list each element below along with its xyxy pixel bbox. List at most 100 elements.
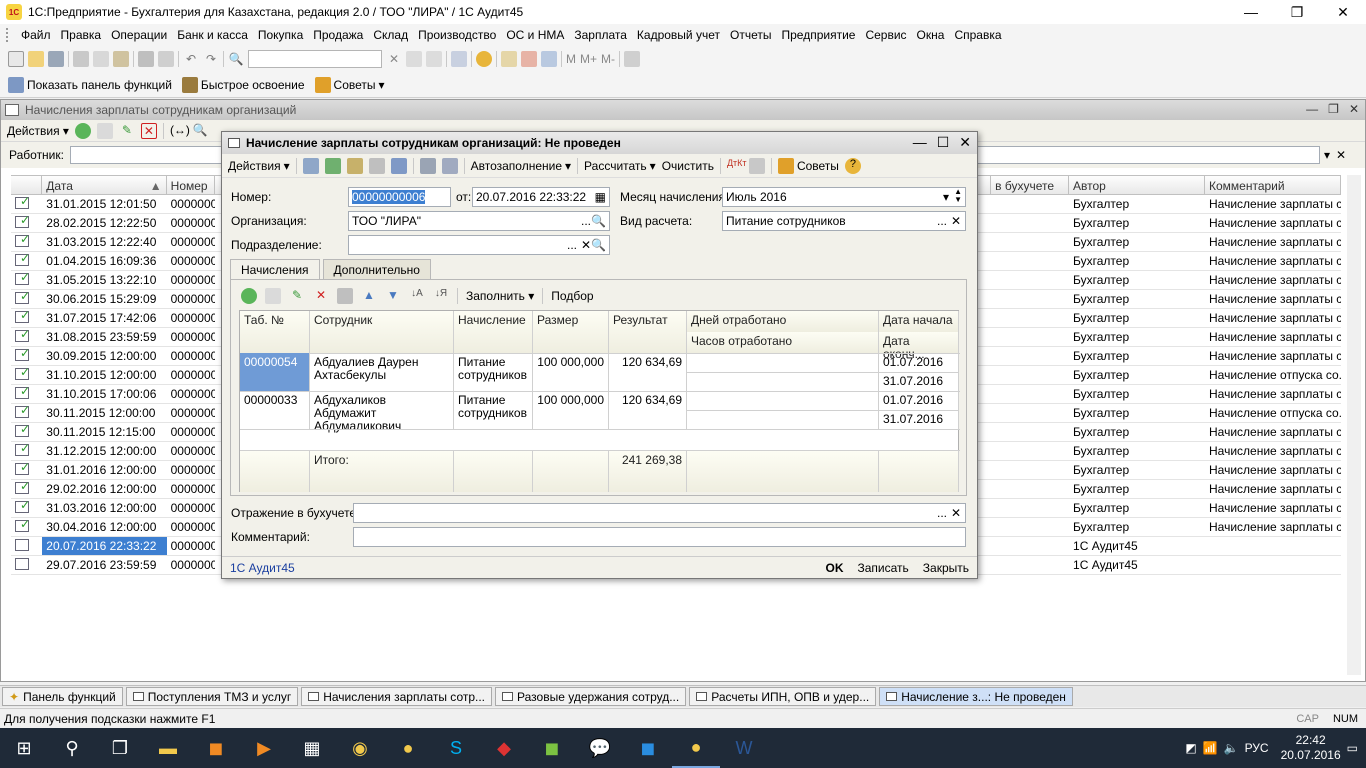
row-number[interactable]: 0000000 [167,537,216,555]
row-author[interactable]: 1С Аудит45 [1069,537,1205,555]
row-date[interactable]: 30.04.2016 12:00:00 [42,518,166,536]
organization-field[interactable]: ТОО "ЛИРА"... 🔍 [348,211,610,231]
row-author[interactable]: Бухгалтер [1069,195,1205,213]
select-ellipsis-icon[interactable]: ... [937,214,947,228]
row-author[interactable]: Бухгалтер [1069,385,1205,403]
row-comment[interactable]: Начисление зарплаты с... [1205,423,1341,441]
menu-hr[interactable]: Кадровый учет [632,28,725,42]
menu-production[interactable]: Производство [413,28,501,42]
row-number[interactable]: 0000000 [167,347,216,365]
tips-button[interactable]: Советы ▾ [314,76,385,93]
row-comment[interactable]: Начисление зарплаты с... [1205,518,1341,536]
row-number[interactable]: 0000000 [167,214,216,232]
row-date[interactable]: 31.07.2015 17:42:06 [42,309,166,327]
row-comment[interactable]: Начисление зарплаты с... [1205,461,1341,479]
menu-bank[interactable]: Банк и касса [172,28,253,42]
row-date[interactable]: 30.11.2015 12:15:00 [42,423,166,441]
teamviewer-icon[interactable]: ◼ [624,728,672,768]
ok-button[interactable]: OK [826,561,844,575]
column-number[interactable]: Номер [167,176,216,194]
dialog-close-button[interactable]: ✕ [959,134,971,151]
row-date[interactable]: 31.01.2015 12:01:50 [42,195,166,213]
row-date[interactable]: 30.11.2015 12:00:00 [42,404,166,422]
date-field[interactable]: 20.07.2016 22:33:22 ▦ [472,187,610,207]
row-number[interactable]: 0000000 [167,442,216,460]
select-ellipsis-icon[interactable]: ... [567,238,577,252]
row1-tab-number[interactable]: 00000054 [240,353,310,391]
clear-icon[interactable]: ✕ [581,238,591,252]
copy-row-icon[interactable] [265,288,281,304]
row-date[interactable]: 29.07.2016 23:59:59 [42,556,166,574]
interval-icon[interactable]: (↔) [170,123,190,139]
window-tab-current-doc[interactable]: Начисление з...: Не проведен [879,687,1073,706]
row-author[interactable]: Бухгалтер [1069,347,1205,365]
reflect-field[interactable]: ... ✕ [353,503,966,523]
row2-size[interactable]: 100 000,000 [533,391,609,429]
row2-accrual[interactable]: Питание сотрудников [454,391,533,429]
close-dialog-button[interactable]: Закрыть [923,561,969,575]
clock[interactable]: 22:42 20.07.2016 [1281,733,1341,763]
row-comment[interactable]: Начисление зарплаты с... [1205,214,1341,232]
select-ellipsis-icon[interactable]: ... [581,214,591,228]
structure-icon[interactable] [368,157,385,174]
spin-icon[interactable]: ▲ ▼ [954,188,962,204]
dt-kt-icon[interactable]: ДтКт [727,158,747,174]
row-number[interactable]: 0000000 [167,271,216,289]
menu-purchase[interactable]: Покупка [253,28,308,42]
list-restore-button[interactable]: ❐ [1328,102,1339,116]
tab-additional[interactable]: Дополнительно [322,259,431,279]
memory-minus-icon[interactable]: M- [601,52,615,66]
row-author[interactable]: Бухгалтер [1069,442,1205,460]
users-icon[interactable] [541,51,557,67]
find-next-icon[interactable] [406,51,422,67]
row-author[interactable]: Бухгалтер [1069,423,1205,441]
row-date[interactable]: 31.05.2015 13:22:10 [42,271,166,289]
notifications-icon[interactable]: ▭ [1347,741,1358,755]
network-icon[interactable]: 📶 [1203,741,1218,755]
row-date[interactable]: 31.12.2015 12:00:00 [42,442,166,460]
row-number[interactable]: 0000000 [167,309,216,327]
row2-date-end[interactable]: 31.07.2016 [879,410,959,429]
row2-date-start[interactable]: 01.07.2016 [879,391,959,410]
row-author[interactable]: Бухгалтер [1069,233,1205,251]
menu-warehouse[interactable]: Склад [368,28,413,42]
row-date[interactable]: 20.07.2016 22:33:22 [42,537,167,555]
row-date[interactable]: 01.04.2015 16:09:36 [42,252,166,270]
row-comment[interactable]: Начисление зарплаты с... [1205,442,1341,460]
1c-icon[interactable]: ● [384,728,432,768]
task-view-icon[interactable]: ❐ [96,728,144,768]
row2-result[interactable]: 120 634,69 [609,391,687,429]
table-icon[interactable] [419,157,436,174]
sort-desc-icon[interactable]: ↓Я [433,288,449,304]
language-indicator[interactable]: РУС [1245,741,1269,755]
dialog-tips-button[interactable]: Советы [777,157,839,174]
list-settings-icon[interactable] [441,157,458,174]
row-number[interactable]: 0000000 [167,518,216,536]
select-ellipsis-icon[interactable]: ... [937,506,947,520]
edit-row-icon[interactable]: ✎ [289,288,305,304]
row-author[interactable]: Бухгалтер [1069,518,1205,536]
show-panel-button[interactable]: Показать панель функций [8,76,172,93]
row-comment[interactable] [1205,556,1341,574]
search-input[interactable] [248,50,382,68]
dropdown-arrow-icon[interactable]: ▾ [1324,148,1330,162]
cut-icon[interactable] [73,51,89,67]
row-number[interactable]: 0000000 [167,404,216,422]
find-icon[interactable]: 🔍 [192,123,208,139]
window-tab-deductions[interactable]: Разовые удержания сотруд... [495,687,687,706]
list-close-button[interactable]: ✕ [1349,102,1359,116]
autofill-button[interactable]: Автозаполнение ▾ [471,159,571,173]
1c-running-icon[interactable]: ● [672,728,720,768]
clear-button[interactable]: Очистить [662,159,714,173]
print-icon[interactable] [138,51,154,67]
menu-sales[interactable]: Продажа [308,28,368,42]
select-button[interactable]: Подбор [551,289,593,303]
row-author[interactable]: Бухгалтер [1069,404,1205,422]
open-folder-icon[interactable] [28,51,44,67]
window-tab-taxes[interactable]: Расчеты ИПН, ОПВ и удер... [689,687,877,706]
dialog-maximize-button[interactable]: ☐ [937,134,950,151]
row-date[interactable]: 31.03.2016 12:00:00 [42,499,166,517]
menu-reports[interactable]: Отчеты [725,28,776,42]
calculator-icon[interactable]: ▦ [288,728,336,768]
undo-icon[interactable]: ↶ [183,51,199,67]
